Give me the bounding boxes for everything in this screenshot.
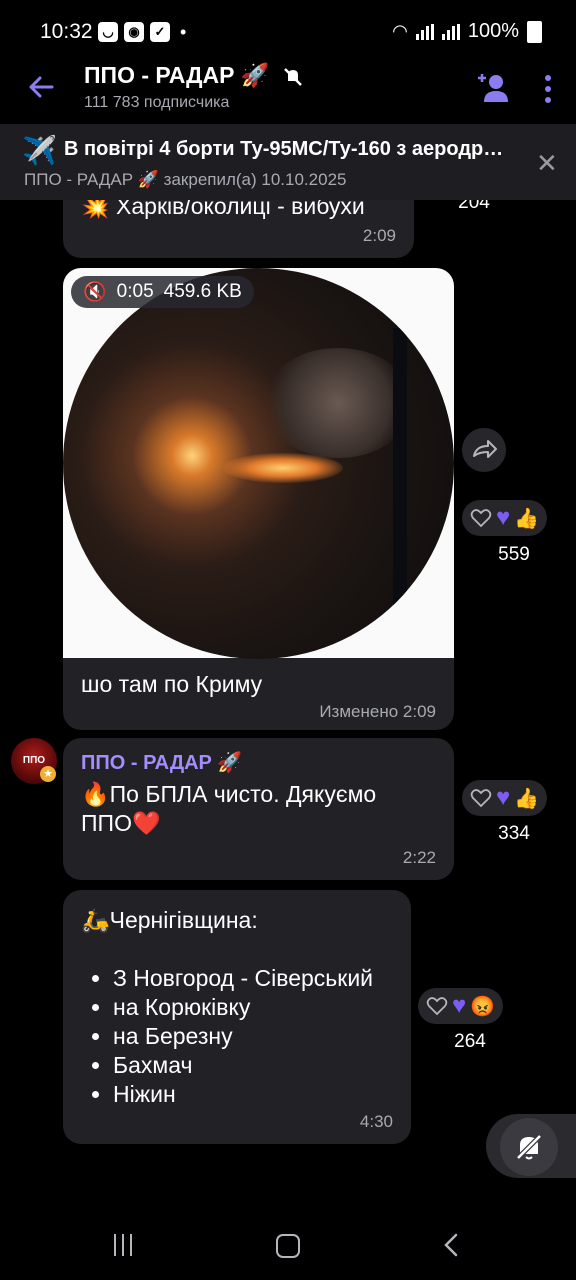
reaction-bar[interactable]: ♥ 👍 <box>462 500 548 536</box>
heart-outline-icon[interactable] <box>470 507 492 529</box>
battery-percent: 100% <box>467 20 519 42</box>
add-member-icon[interactable] <box>476 70 510 104</box>
notification-app-icon: ◡ <box>98 22 118 42</box>
message-bubble[interactable]: ППО - РАДАР 🚀 🔥По БПЛА чисто. Дякуємо ПП… <box>63 738 454 880</box>
airplane-icon: ✈️ <box>22 135 57 166</box>
edited-label: Изменено <box>319 702 399 721</box>
subscriber-count: 111 783 подписчика <box>84 94 230 111</box>
battery-icon <box>527 20 542 43</box>
video-frame: 🔇 0:05 459.6 KB <box>63 268 454 659</box>
fire-glow <box>223 453 343 483</box>
video-size: 459.6 KB <box>163 281 242 302</box>
back-arrow-icon[interactable] <box>26 72 56 102</box>
pinned-message-bar[interactable]: ✈️ В повітрі 4 борти Ту-95МС/Ту-160 з ае… <box>0 124 576 200</box>
heart-outline-icon[interactable] <box>470 787 492 809</box>
message-time: 4:30 <box>359 1112 393 1131</box>
message-time: 2:09 <box>362 226 396 245</box>
home-icon[interactable] <box>276 1234 300 1258</box>
close-icon[interactable]: ✕ <box>536 148 558 179</box>
video-message[interactable]: 🔇 0:05 459.6 KB шо там по Криму Изменено… <box>63 268 454 730</box>
recent-apps-icon[interactable] <box>114 1234 132 1256</box>
notification-app-icon: ◉ <box>124 22 144 42</box>
chat-header: ППО - РАДАР 🚀 111 783 подписчика <box>0 56 576 124</box>
reaction-count: 334 <box>498 823 530 844</box>
share-icon[interactable] <box>462 428 506 472</box>
video-caption: шо там по Криму <box>81 671 263 697</box>
kebab-menu-icon[interactable] <box>538 72 558 106</box>
location-list: З Новгород - Сіверський на Корюківку на … <box>85 964 373 1109</box>
message-time: 2:22 <box>402 848 436 867</box>
notification-check-icon: ✓ <box>150 22 170 42</box>
status-right: ◠ 100% <box>392 20 542 43</box>
video-duration: 0:05 <box>116 281 154 302</box>
message-heading: 🛵Чернігівщина: <box>81 907 258 933</box>
channel-title-text: ППО - РАДАР 🚀 <box>84 62 270 88</box>
message-meta: Изменено 2:09 <box>319 702 436 722</box>
pole-shape <box>393 328 407 618</box>
notification-icons: ◡ ◉ ✓ <box>98 22 170 42</box>
system-nav-bar <box>0 1210 576 1280</box>
channel-title[interactable]: ППО - РАДАР 🚀 <box>84 62 304 89</box>
mute-speaker-icon: 🔇 <box>83 282 107 303</box>
message-time: 2:09 <box>402 702 436 721</box>
sender-name[interactable]: ППО - РАДАР 🚀 <box>81 750 242 775</box>
heart-icon[interactable]: ♥ <box>496 786 510 810</box>
reaction-bar[interactable]: ♥ 😡 <box>418 988 504 1024</box>
message-bubble[interactable]: 🛵Чернігівщина: З Новгород - Сіверський н… <box>63 890 411 1144</box>
status-bar: 10:32 ◡ ◉ ✓ • ◠ 100% <box>0 0 576 62</box>
heart-icon[interactable]: ♥ <box>452 994 466 1018</box>
pinned-text: В повітрі 4 борти Ту-95МС/Ту-160 з аерод… <box>64 138 512 160</box>
muted-bell-icon[interactable] <box>500 1118 558 1176</box>
list-item: Ніжин <box>113 1080 373 1109</box>
video-thumbnail[interactable] <box>63 268 454 659</box>
status-time: 10:32 <box>40 20 93 43</box>
video-info-badge[interactable]: 🔇 0:05 459.6 KB <box>71 276 254 308</box>
muted-bell-icon <box>276 62 304 88</box>
reaction-bar[interactable]: ♥ 👍 <box>462 780 548 816</box>
heart-icon[interactable]: ♥ <box>496 506 510 530</box>
reaction-count: 264 <box>454 1031 486 1052</box>
notification-dot-icon: • <box>180 22 187 42</box>
heart-outline-icon[interactable] <box>426 995 448 1017</box>
back-icon[interactable] <box>440 1232 464 1258</box>
angry-face-icon[interactable]: 😡 <box>470 994 495 1019</box>
signal-icon <box>415 23 434 40</box>
star-badge-icon: ★ <box>40 766 56 782</box>
pinned-subtitle: ППО - РАДАР 🚀 закрепил(а) 10.10.2025 <box>24 170 347 189</box>
signal-icon <box>441 23 460 40</box>
list-item: на Корюківку <box>113 993 373 1022</box>
reaction-count: 559 <box>498 544 530 565</box>
thumbs-up-icon[interactable]: 👍 <box>514 786 539 811</box>
list-item: Бахмач <box>113 1051 373 1080</box>
thumbs-up-icon[interactable]: 👍 <box>514 506 539 531</box>
list-item: на Березну <box>113 1022 373 1051</box>
smoke-shape <box>263 348 413 458</box>
list-item: З Новгород - Сіверський <box>113 964 373 993</box>
wifi-icon: ◠ <box>392 21 408 41</box>
message-text: 🔥По БПЛА чисто. Дякуємо ППО❤️ <box>81 781 377 836</box>
